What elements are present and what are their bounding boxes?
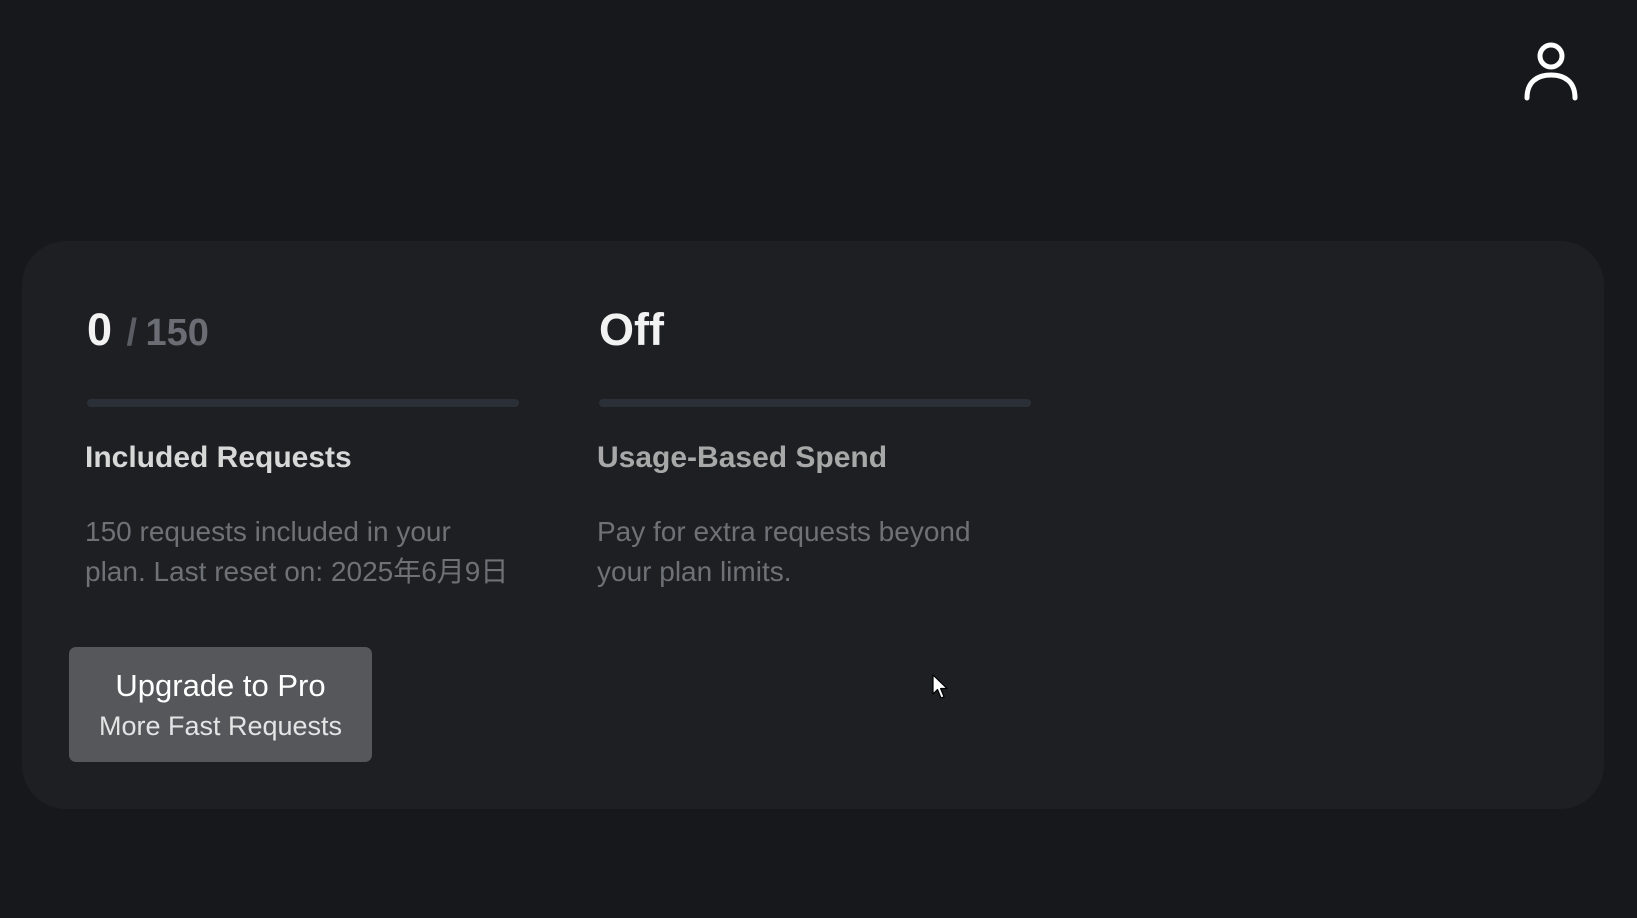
usage-card: 0 / 150 Included Requests 150 requests i… <box>22 241 1604 809</box>
user-icon <box>1524 42 1578 101</box>
usage-based-spend-title: Usage-Based Spend <box>597 441 888 474</box>
upgrade-button-title: Upgrade to Pro <box>115 668 326 703</box>
spend-status: Off <box>599 304 664 355</box>
mouse-cursor-icon <box>932 674 948 699</box>
included-requests-count: 0 / 150 <box>87 307 209 352</box>
upgrade-to-pro-button[interactable]: Upgrade to Pro More Fast Requests <box>69 647 372 762</box>
requests-separator: / <box>126 312 138 354</box>
included-requests-description: 150 requests included in your plan. Last… <box>85 516 509 587</box>
upgrade-button-subtitle: More Fast Requests <box>98 711 343 741</box>
included-requests-title: Included Requests <box>85 441 352 474</box>
account-button[interactable] <box>1521 40 1581 104</box>
usage-based-spend-progress-bar <box>599 399 1031 407</box>
requests-used: 0 <box>87 304 113 355</box>
included-requests-progress-bar <box>87 399 519 407</box>
usage-based-spend-description: Pay for extra requests beyond your plan … <box>597 516 971 587</box>
requests-limit: 150 <box>145 312 209 354</box>
usage-based-spend-value: Off <box>599 307 664 352</box>
usage-page: 0 / 150 Included Requests 150 requests i… <box>0 0 1637 918</box>
